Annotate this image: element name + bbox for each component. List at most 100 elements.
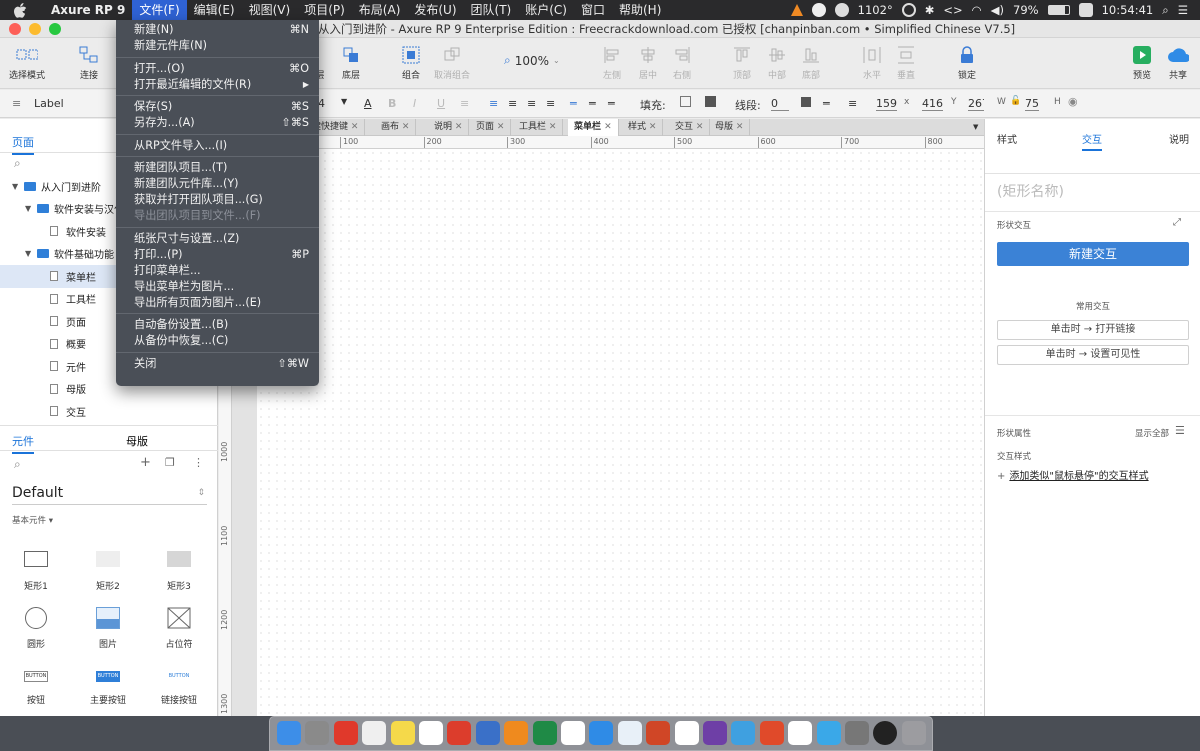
text-align-right-icon[interactable]: ≡ <box>527 97 536 110</box>
tab-notes[interactable]: 说明 <box>1169 131 1189 146</box>
widget-circle[interactable]: 圆形 <box>6 607 66 650</box>
bear-icon[interactable] <box>674 721 699 745</box>
preview-icon[interactable] <box>561 721 585 745</box>
library-icon[interactable]: ❐ <box>165 456 175 469</box>
valign-middle-icon[interactable]: ═ <box>589 97 596 110</box>
file-menu-item[interactable]: 新建团队项目...(T) <box>134 160 309 176</box>
notes-icon[interactable] <box>390 721 415 745</box>
line-width-value[interactable]: 0 <box>771 97 789 111</box>
apple-icon[interactable] <box>14 2 30 18</box>
sync-icon[interactable] <box>901 3 916 17</box>
visibility-icon[interactable]: ◉ <box>1068 95 1078 108</box>
align-bottom-button[interactable]: 底部 <box>791 45 831 81</box>
file-menu-item[interactable]: 打印...(P) ⌘P <box>134 247 309 263</box>
page-tab[interactable]: 交互 ✕ <box>669 119 711 136</box>
zoom-button[interactable] <box>49 23 61 35</box>
chevron-down-icon[interactable]: ▼ <box>12 182 24 191</box>
battery-icon[interactable] <box>1047 5 1070 15</box>
trash-icon[interactable] <box>901 721 926 745</box>
widget-image[interactable]: 图片 <box>78 607 138 650</box>
xmind-icon[interactable] <box>333 721 358 745</box>
file-menu-item[interactable]: 打开最近编辑的文件(R) ▶ <box>134 77 309 93</box>
more-icon[interactable]: ⋮ <box>193 456 204 469</box>
font-size-dropdown-icon[interactable]: ▼ <box>341 97 347 106</box>
tab-masters[interactable]: 母版 <box>126 433 148 449</box>
align-left-button[interactable]: 左侧 <box>592 45 632 81</box>
file-menu-item[interactable]: 从备份中恢复...(C) <box>134 333 309 349</box>
widget-button[interactable]: BUTTON 按钮 <box>6 671 66 706</box>
close-icon[interactable]: ✕ <box>494 122 505 132</box>
quicktime-icon[interactable] <box>816 721 841 745</box>
tab-interactions[interactable]: 交互 <box>1082 131 1102 151</box>
file-menu-item[interactable]: 另存为...(A) ⇧⌘S <box>134 115 309 131</box>
preview-button[interactable]: 预览 <box>1122 45 1162 81</box>
vlc-icon[interactable] <box>790 4 803 16</box>
add-icon[interactable]: + <box>140 455 151 470</box>
close-icon[interactable]: ✕ <box>601 122 612 132</box>
page-tab[interactable]: 菜单栏 ✕ <box>568 119 619 136</box>
close-icon[interactable]: ✕ <box>348 122 359 132</box>
tree-page[interactable]: 交互 <box>0 400 218 423</box>
valign-bottom-icon[interactable]: ═ <box>608 97 615 110</box>
screen-record-icon[interactable] <box>811 3 826 17</box>
widget-rect1[interactable]: 矩形1 <box>6 551 66 592</box>
file-menu-item[interactable]: 从RP文件导入...(I) <box>134 138 309 154</box>
connect-button[interactable]: 连接 <box>69 45 109 81</box>
finder-icon[interactable] <box>277 721 301 745</box>
lock-ratio-icon[interactable]: 🔓 <box>1010 96 1021 106</box>
add-interaction-style-link[interactable]: + 添加类似"鼠标悬停"的交互样式 <box>997 467 1149 482</box>
file-menu-item[interactable]: 关闭 ⇧⌘W <box>134 356 309 372</box>
xcode-icon[interactable] <box>788 721 813 745</box>
line-color-swatch[interactable] <box>801 97 811 107</box>
page-tab[interactable]: 画布 ✕ <box>375 119 417 136</box>
line-arrow-icon[interactable]: ≡ <box>848 97 857 110</box>
close-icon[interactable]: ✕ <box>399 122 410 132</box>
align-top-button[interactable]: 顶部 <box>722 45 762 81</box>
fill-color-swatch[interactable] <box>680 96 691 107</box>
onclick-open-link-button[interactable]: 单击时 → 打开链接 <box>997 320 1189 340</box>
file-menu-item[interactable]: 导出所有页面为图片...(E) <box>134 295 309 311</box>
excel-icon[interactable] <box>532 721 557 745</box>
widget-link-button[interactable]: BUTTON 链接按钮 <box>149 671 209 706</box>
volume-icon[interactable]: ◀) <box>991 3 1004 17</box>
text-justify-icon[interactable]: ≡ <box>546 97 555 110</box>
widget-rect2[interactable]: 矩形2 <box>78 551 138 592</box>
axure-icon[interactable] <box>703 721 727 745</box>
file-menu-item[interactable]: 保存(S) ⌘S <box>134 99 309 115</box>
chrome-icon[interactable] <box>419 721 443 745</box>
font-size-value[interactable]: 4 <box>318 97 325 110</box>
cloud-icon[interactable] <box>617 721 642 745</box>
height-input[interactable]: 75 <box>1025 97 1039 111</box>
close-icon[interactable]: ✕ <box>733 122 744 132</box>
photo-icon[interactable] <box>845 721 869 745</box>
text-align-center-icon[interactable]: ≡ <box>508 97 517 110</box>
page-tab[interactable]: 页面 ✕ <box>470 119 512 136</box>
obs-icon[interactable] <box>873 721 898 745</box>
expand-icon[interactable]: ⤢ <box>1173 217 1181 228</box>
menu-view[interactable]: 视图(V) <box>242 0 298 20</box>
select-mode-button[interactable]: 选择模式 <box>5 45 49 81</box>
x-input[interactable]: 159 <box>876 97 897 111</box>
menu-project[interactable]: 项目(P) <box>297 0 352 20</box>
design-canvas[interactable] <box>257 149 984 716</box>
file-menu-item[interactable]: 自动备份设置...(B) <box>134 317 309 333</box>
close-icon[interactable]: ✕ <box>646 122 657 132</box>
colorful-icon[interactable] <box>731 721 756 745</box>
lock-button[interactable]: 锁定 <box>947 45 987 81</box>
file-menu-item[interactable]: 新建团队元件库...(Y) <box>134 176 309 192</box>
menu-file[interactable]: 文件(F) <box>132 0 187 20</box>
search-icon[interactable]: ⌕ <box>14 457 21 472</box>
widget-primary-button[interactable]: BUTTON 主要按钮 <box>78 671 138 706</box>
share-button[interactable]: 共享 <box>1158 45 1198 81</box>
bluetooth-icon[interactable]: ✱ <box>925 3 935 17</box>
underline-icon[interactable]: U <box>437 97 445 110</box>
app-menu[interactable]: Axure RP 9 <box>44 0 132 20</box>
onclick-set-visibility-button[interactable]: 单击时 → 设置可见性 <box>997 345 1189 365</box>
menu-window[interactable]: 窗口 <box>574 0 612 20</box>
shape-name-input[interactable]: (矩形名称) <box>997 181 1064 201</box>
show-all-link[interactable]: 显示全部 <box>1135 427 1169 439</box>
close-icon[interactable]: ✕ <box>452 122 463 132</box>
align-right-button[interactable]: 右侧 <box>662 45 702 81</box>
zoom-control[interactable]: ⌕ 100% ⌄ <box>504 53 560 68</box>
menu-arrange[interactable]: 布局(A) <box>352 0 408 20</box>
